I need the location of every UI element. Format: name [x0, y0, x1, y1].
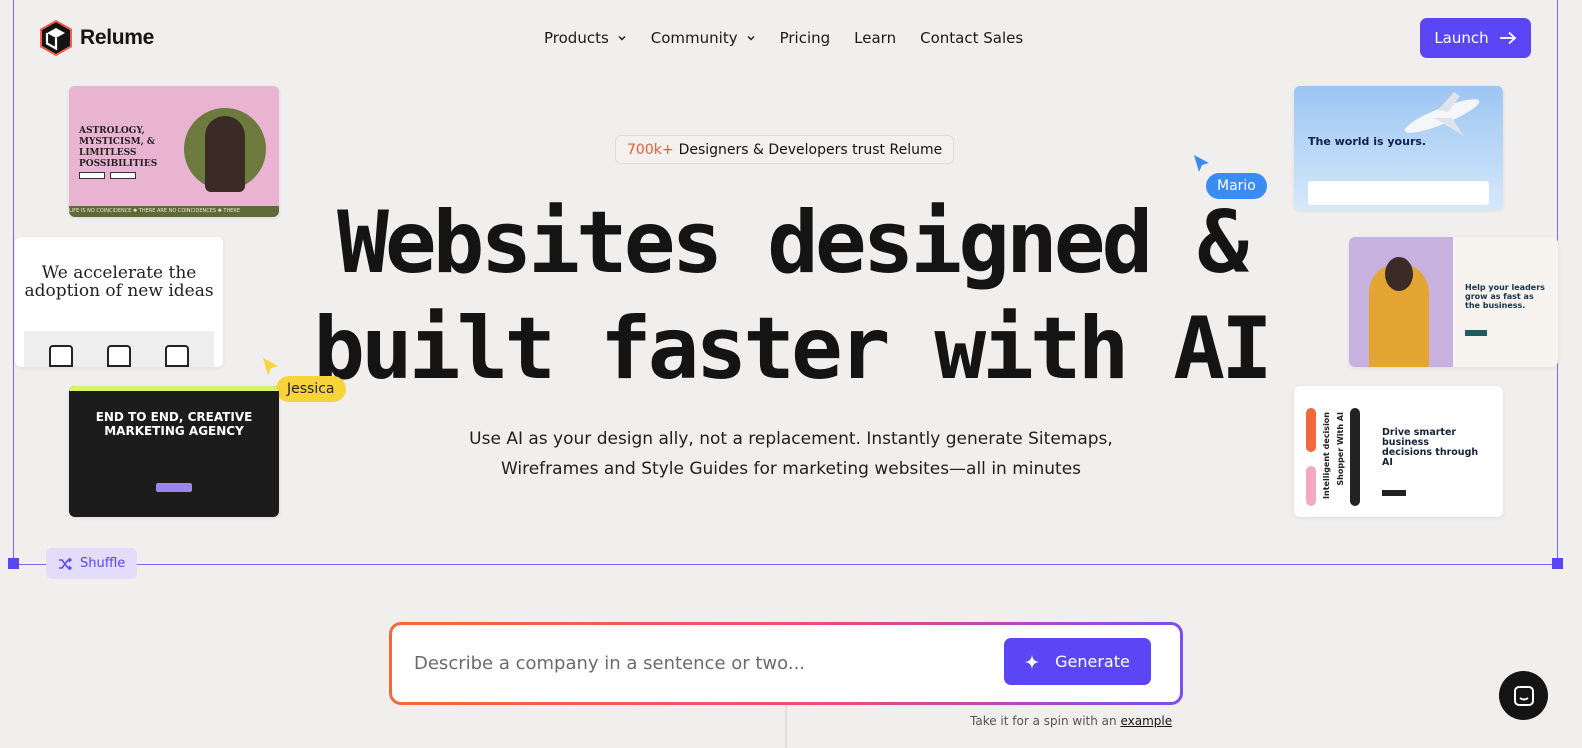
thumbnail-button	[1382, 490, 1406, 496]
cursor-pointer-icon	[1194, 155, 1209, 172]
example-hint: Take it for a spin with an example	[970, 714, 1172, 728]
thumbnail-phone	[107, 345, 131, 367]
hero-subtext-line-2: Wireframes and Style Guides for marketin…	[500, 459, 1082, 479]
thumbnail-button	[79, 172, 105, 179]
trust-badge: 700k+ Designers & Developers trust Relum…	[615, 135, 955, 164]
resize-handle-bottom-right[interactable]	[1552, 558, 1563, 569]
generate-label: Generate	[1055, 652, 1130, 671]
thumbnail-title: ASTROLOGY, MYSTICISM, & LIMITLESS POSSIB…	[79, 126, 158, 169]
chevron-down-icon	[618, 35, 626, 41]
nav-contact-sales[interactable]: Contact Sales	[920, 29, 1023, 47]
arrow-right-icon	[1499, 31, 1516, 45]
hero-headline-line-1: Websites designed &	[337, 193, 1249, 293]
hero-subtext: Use AI as your design ally, not a replac…	[380, 424, 1202, 484]
thumbnail-vertical-text: Intelligent decision	[1322, 412, 1331, 499]
hero-headline: Websites designed & built faster with AI	[300, 190, 1282, 402]
nav-pricing-label: Pricing	[779, 29, 831, 47]
thumbnail-topbar	[69, 386, 279, 391]
nav-products-label: Products	[544, 29, 609, 47]
trust-badge-count: 700k+	[627, 141, 674, 158]
relume-cube-logo-icon	[40, 20, 72, 56]
example-link[interactable]: example	[1120, 714, 1172, 728]
nav-pricing[interactable]: Pricing	[780, 29, 831, 47]
thumbnail-vertical-text: Shopper With AI	[1336, 412, 1345, 486]
company-description-input[interactable]	[414, 643, 994, 683]
template-thumbnail-leaders[interactable]: Help your leaders grow as fast as the bu…	[1349, 237, 1558, 367]
example-hint-text: Take it for a spin with an	[970, 714, 1117, 728]
nav-learn[interactable]: Learn	[854, 29, 896, 47]
nav-community-label: Community	[650, 29, 738, 47]
nav-learn-label: Learn	[854, 29, 897, 47]
thumbnail-searchbar	[1308, 181, 1489, 205]
chevron-down-icon	[747, 35, 755, 41]
thumbnail-title: END TO END, CREATIVE MARKETING AGENCY	[95, 410, 253, 438]
thumbnail-strip	[1306, 408, 1316, 452]
template-thumbnail-agency[interactable]: END TO END, CREATIVE MARKETING AGENCY	[69, 386, 279, 517]
template-thumbnail-accelerate[interactable]: We accelerate the adoption of new ideas	[15, 237, 223, 367]
thumbnail-phone	[49, 345, 73, 367]
launch-button[interactable]: Launch	[1420, 18, 1531, 58]
resize-handle-bottom-left[interactable]	[8, 558, 19, 569]
thumbnail-strip	[1350, 408, 1360, 506]
cursor-pointer-icon	[263, 358, 278, 375]
generate-button[interactable]: Generate	[1004, 638, 1151, 685]
launch-label: Launch	[1434, 29, 1489, 47]
nav-products[interactable]: Products	[544, 29, 627, 47]
thumbnail-title: Help your leaders grow as fast as the bu…	[1465, 283, 1545, 310]
shuffle-icon	[59, 557, 72, 570]
hero-headline-line-2: built faster with AI	[313, 299, 1273, 399]
logo[interactable]: Relume	[40, 20, 154, 56]
thumbnail-portrait	[205, 116, 245, 192]
thumbnail-title: The world is yours.	[1308, 135, 1427, 148]
thumbnail-title: We accelerate the adoption of new ideas	[24, 263, 214, 301]
main-nav: Products Community Pricing Learn Contact…	[544, 29, 1023, 47]
nav-contact-sales-label: Contact Sales	[920, 29, 1024, 47]
trust-badge-text: Designers & Developers trust Relume	[678, 141, 943, 158]
template-thumbnail-travel[interactable]: The world is yours.	[1294, 86, 1503, 210]
chat-icon	[1513, 685, 1534, 706]
sparkle-icon	[1025, 654, 1040, 669]
shuffle-label: Shuffle	[80, 556, 126, 571]
thumbnail-phone	[165, 345, 189, 367]
brand-name: Relume	[80, 26, 155, 49]
thumbnail-title: Drive smarter business decisions through…	[1382, 427, 1479, 468]
prompt-box-inner: Generate	[392, 625, 1180, 702]
thumbnail-button	[156, 483, 192, 492]
hero-subtext-line-1: Use AI as your design ally, not a replac…	[469, 429, 1113, 449]
thumbnail-button	[1465, 330, 1487, 336]
cursor-tag-jessica: Jessica	[276, 376, 346, 402]
template-thumbnail-astrology[interactable]: ASTROLOGY, MYSTICISM, & LIMITLESS POSSIB…	[69, 86, 279, 217]
thumbnail-ticker: LIFE IS NO COINCIDENCE ✺ THERE ARE NO CO…	[69, 206, 279, 217]
thumbnail-button	[110, 172, 136, 179]
chat-launcher-button[interactable]	[1499, 671, 1548, 720]
template-thumbnail-ai-decisions[interactable]: Intelligent decision Shopper With AI Dri…	[1294, 386, 1503, 517]
divider-line	[785, 705, 787, 748]
thumbnail-person-head	[1385, 257, 1413, 291]
nav-community[interactable]: Community	[651, 29, 756, 47]
thumbnail-strip	[1306, 466, 1316, 506]
prompt-box: Generate	[389, 622, 1183, 705]
cursor-tag-mario: Mario	[1206, 173, 1267, 199]
shuffle-button[interactable]: Shuffle	[46, 548, 138, 579]
